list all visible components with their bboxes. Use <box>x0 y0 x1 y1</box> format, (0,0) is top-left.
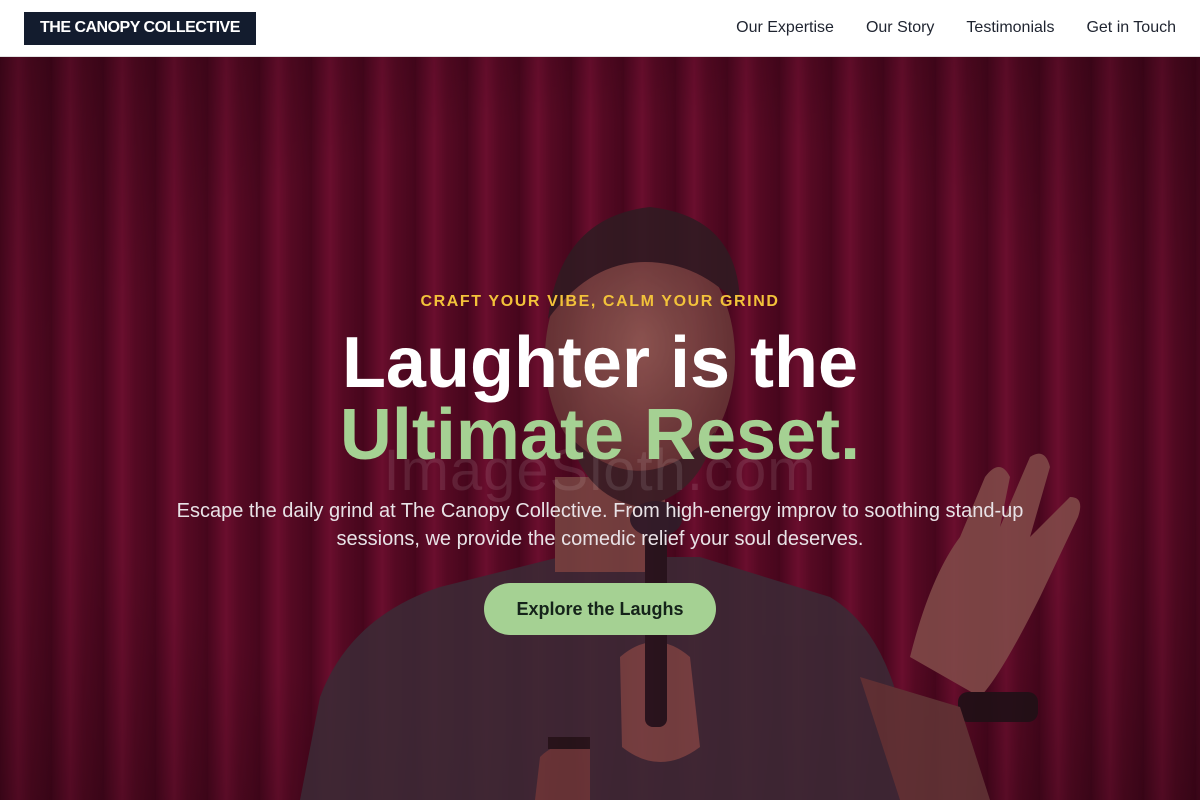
nav-link-testimonials[interactable]: Testimonials <box>966 19 1054 37</box>
brand-logo[interactable]: THE CANOPY COLLECTIVE <box>24 11 256 45</box>
hero-headline: Laughter is the Ultimate Reset. <box>340 327 860 471</box>
hero-content: CRAFT YOUR VIBE, CALM YOUR GRIND Laughte… <box>0 57 1200 800</box>
hero-section: ImageSloth.com CRAFT YOUR VIBE, CALM YOU… <box>0 57 1200 800</box>
top-navbar: THE CANOPY COLLECTIVE Our Expertise Our … <box>0 0 1200 57</box>
explore-laughs-button[interactable]: Explore the Laughs <box>484 583 716 635</box>
headline-line-2: Ultimate Reset. <box>339 395 861 475</box>
nav-link-our-story[interactable]: Our Story <box>866 19 934 37</box>
hero-subtitle: Escape the daily grind at The Canopy Col… <box>176 500 1024 550</box>
headline-line-1: Laughter is the <box>341 323 859 403</box>
main-nav: Our Expertise Our Story Testimonials Get… <box>736 19 1176 37</box>
nav-link-our-expertise[interactable]: Our Expertise <box>736 19 834 37</box>
hero-eyebrow: CRAFT YOUR VIBE, CALM YOUR GRIND <box>420 293 780 310</box>
nav-link-get-in-touch[interactable]: Get in Touch <box>1086 19 1176 37</box>
